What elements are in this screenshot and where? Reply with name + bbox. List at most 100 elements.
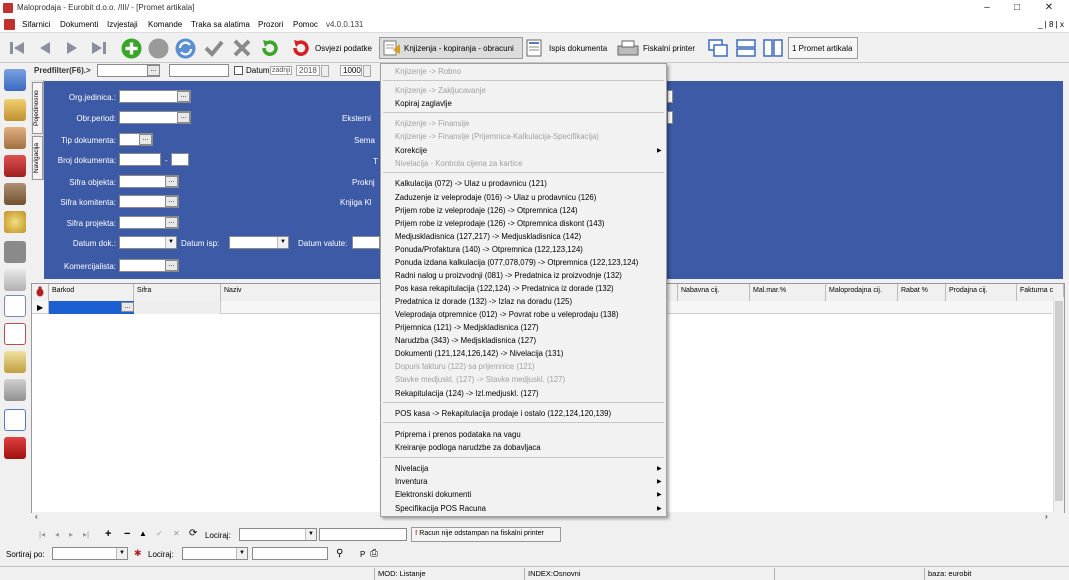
menu-predatnica-dorade[interactable]: Predatnica iz dorade (132) -> Izlaz na d… — [395, 297, 572, 306]
tab-navigacija[interactable]: Navigacija — [32, 136, 43, 180]
reload-icon[interactable] — [259, 38, 281, 58]
menu-dokumenti-nivelacija[interactable]: Dokumenti (121,124,126,142) -> Nivelacij… — [395, 349, 563, 358]
project-code-lookup-button[interactable]: ... — [165, 217, 178, 228]
menu-prozori[interactable]: Prozori — [258, 20, 283, 29]
object-code-lookup-button[interactable]: ... — [165, 176, 178, 187]
cancel-icon[interactable] — [231, 38, 253, 58]
doc-date-dropdown-icon[interactable]: ▼ — [165, 237, 176, 248]
year-field[interactable]: 2018 — [296, 65, 320, 76]
confirm-icon[interactable] — [203, 38, 225, 58]
doc-type-lookup-button[interactable]: ... — [139, 134, 152, 145]
printer-icon[interactable]: ⎙ — [370, 548, 378, 559]
window-tab-promet-artikala[interactable]: 1 Promet artikala — [788, 37, 858, 59]
menu-inventura[interactable]: Inventura — [395, 477, 428, 486]
nav-edit-icon[interactable]: ▲ — [139, 529, 147, 538]
right-field-1[interactable] — [667, 90, 673, 103]
menu-radni-nalog[interactable]: Radni nalog u proizvodnji (081) -> Preda… — [395, 271, 622, 280]
barcode-lookup-button[interactable]: ... — [121, 302, 134, 312]
add-record-icon[interactable] — [120, 37, 142, 59]
nav-last-icon[interactable]: ▸| — [83, 530, 89, 539]
report-icon[interactable] — [4, 323, 26, 345]
cart-icon[interactable] — [4, 379, 26, 401]
menu-ponuda-profaktura[interactable]: Ponuda/Profaktura (140) -> Otpremnica (1… — [395, 245, 583, 254]
code-cell[interactable] — [134, 301, 221, 314]
menu-pomoc[interactable]: Pomoc — [293, 20, 318, 29]
value-date-input[interactable] — [352, 236, 380, 249]
tile-vertical-icon[interactable] — [762, 38, 784, 58]
nav-first-icon[interactable]: |◂ — [39, 530, 45, 539]
menu-prijem-otpremnica-diskont[interactable]: Prijem robe iz veleprodaje (126) -> Otpr… — [395, 219, 605, 228]
delivery-date-dropdown-icon[interactable]: ▼ — [277, 237, 288, 248]
refresh-data-button[interactable]: Osvjezi podatke — [291, 37, 372, 59]
menu-specifikacija-pos[interactable]: Specifikacija POS Racuna — [395, 504, 486, 513]
menu-zaduzenje-veleprodaje[interactable]: Zaduzenje iz veleprodaje (016) -> Ulaz u… — [395, 193, 596, 202]
grey-box-icon[interactable] — [4, 241, 26, 263]
box-icon[interactable] — [4, 127, 26, 149]
fiscal-printer-button[interactable]: Fiskalni printer — [616, 37, 695, 59]
doc-number-input[interactable] — [119, 153, 161, 166]
sort-locate-input[interactable] — [252, 547, 328, 560]
nav-locate-dropdown-arrow-icon[interactable]: ▼ — [305, 529, 316, 540]
close-button[interactable]: ✕ — [1040, 2, 1058, 13]
next-record-icon[interactable] — [63, 39, 81, 57]
col-prodajna-cij[interactable]: Prodajna cij. — [946, 284, 1017, 301]
nav-post-icon[interactable]: ✓ — [156, 529, 163, 538]
copy-docs-icon[interactable] — [4, 351, 26, 373]
menu-kalkulacija-ulaz[interactable]: Kalkulacija (072) -> Ulaz u prodavnicu (… — [395, 179, 547, 188]
nav-locate-input[interactable] — [319, 528, 407, 541]
binoculars-icon[interactable]: ⚲ — [336, 548, 343, 559]
import-icon[interactable] — [4, 99, 26, 121]
sync-icon[interactable] — [174, 37, 196, 59]
edit-form-icon[interactable] — [4, 409, 26, 431]
grid-vertical-scrollbar[interactable] — [1053, 297, 1064, 513]
nav-insert-icon[interactable]: + — [105, 528, 111, 540]
menu-komande[interactable]: Komande — [148, 20, 182, 29]
right-field-2[interactable] — [667, 111, 673, 124]
org-unit-lookup-button[interactable]: ... — [177, 91, 190, 102]
datum-checkbox[interactable] — [234, 66, 243, 75]
col-barkod[interactable]: Barkod — [49, 284, 134, 301]
sort-locate-arrow-icon[interactable]: ▼ — [236, 548, 247, 559]
previous-record-icon[interactable] — [36, 39, 54, 57]
menu-priprema-vaga[interactable]: Priprema i prenos podataka na vagu — [395, 430, 521, 439]
nav-next-icon[interactable]: ▸ — [69, 530, 73, 539]
tile-horizontal-icon[interactable] — [735, 38, 757, 58]
delete-record-icon[interactable] — [147, 37, 169, 59]
scroll-left-icon[interactable]: ‹ — [35, 512, 38, 521]
nav-cancel-icon[interactable]: ✕ — [173, 529, 180, 538]
nav-delete-icon[interactable]: − — [124, 528, 130, 540]
scroll-thumb[interactable] — [1055, 301, 1063, 501]
menu-ponuda-kalkulacija[interactable]: Ponuda izdana kalkulacija (077,078,079) … — [395, 258, 638, 267]
scroll-right-icon[interactable]: › — [1045, 512, 1048, 521]
sort-dropdown-arrow-icon[interactable]: ▼ — [116, 548, 127, 559]
col-nabavna-cij[interactable]: Nabavna cij. — [678, 284, 750, 301]
minimize-button[interactable]: – — [978, 2, 996, 13]
menu-veleprodaja-povrat[interactable]: Veleprodaja otpremnice (012) -> Povrat r… — [395, 310, 618, 319]
list-icon[interactable] — [4, 69, 26, 91]
calculator-icon[interactable] — [4, 269, 26, 291]
cascade-windows-icon[interactable] — [707, 38, 729, 58]
menu-traka-sa-alatima[interactable]: Traka sa alatima — [191, 20, 250, 29]
user-icon[interactable] — [4, 183, 26, 205]
col-maloprodajna-cij[interactable]: Maloprodajna cij. — [826, 284, 898, 301]
award-icon[interactable] — [4, 155, 26, 177]
predfilter-lookup-button[interactable]: ... — [147, 65, 160, 76]
child-window-controls[interactable]: _ | 8 | x — [1038, 20, 1064, 29]
print-document-button[interactable]: Ispis dokumenta — [526, 37, 607, 59]
print-preview-label[interactable]: P — [360, 550, 365, 559]
globe-icon[interactable] — [4, 211, 26, 233]
sales-rep-lookup-button[interactable]: ... — [165, 260, 178, 271]
menu-rekapitulacija-izl[interactable]: Rekapitulacija (124) -> Izl.medjuskl. (1… — [395, 389, 539, 398]
menu-korekcije[interactable]: Korekcije — [395, 146, 427, 155]
menu-kopiraj-zaglavlje[interactable]: Kopiraj zaglavlje — [395, 99, 452, 108]
year-spin-icon[interactable] — [321, 65, 329, 77]
menu-narudzba-medjskladisnica[interactable]: Narudzba (343) -> Medjskladisnica (127) — [395, 336, 536, 345]
menu-medjuskladisnica[interactable]: Medjuskladisnica (127,217) -> Medjusklad… — [395, 232, 581, 241]
menu-nivelacija[interactable]: Nivelacija — [395, 464, 428, 473]
document-list-icon[interactable] — [4, 295, 26, 317]
posting-button[interactable]: Knjizenja - kopiranja - obracuni — [379, 37, 523, 59]
period-lookup-button[interactable]: ... — [177, 112, 190, 123]
fiscal-status-button[interactable]: ! Racun nije odstampan na fiskalni print… — [411, 527, 561, 542]
first-record-icon[interactable] — [8, 39, 26, 57]
predfilter-text-input[interactable] — [169, 64, 229, 77]
